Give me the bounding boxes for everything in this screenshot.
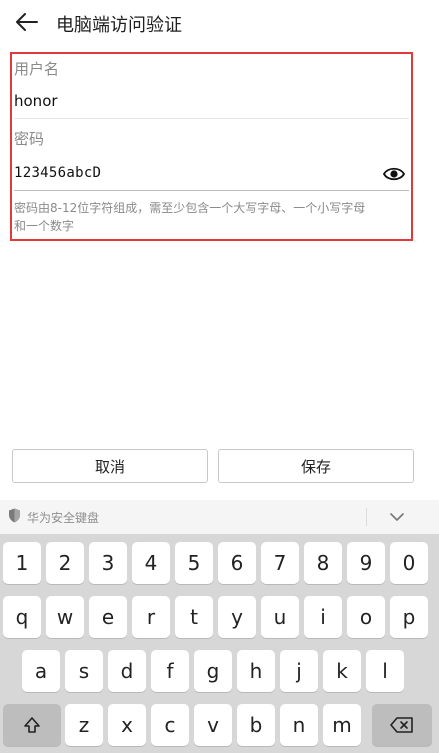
key-8[interactable]: 8	[304, 542, 342, 584]
key-w[interactable]: w	[46, 596, 84, 638]
keyboard-toolbar: 华为安全键盘	[0, 500, 439, 534]
key-b[interactable]: b	[237, 704, 275, 746]
key-2[interactable]: 2	[46, 542, 84, 584]
key-9[interactable]: 9	[347, 542, 385, 584]
key-p[interactable]: p	[390, 596, 428, 638]
key-1[interactable]: 1	[3, 542, 41, 584]
shift-icon	[24, 717, 40, 733]
key-4[interactable]: 4	[132, 542, 170, 584]
keyboard: 1 2 3 4 5 6 7 8 9 0 q w e r t y u i o p …	[0, 534, 439, 753]
collapse-keyboard-button[interactable]	[387, 509, 407, 525]
key-z[interactable]: z	[65, 704, 103, 746]
username-divider	[14, 118, 409, 119]
key-v[interactable]: v	[194, 704, 232, 746]
key-i[interactable]: i	[304, 596, 342, 638]
eye-icon[interactable]	[383, 166, 405, 182]
key-a[interactable]: a	[22, 650, 60, 692]
key-c[interactable]: c	[151, 704, 189, 746]
password-hint-line-2: 和一个数字	[14, 219, 75, 233]
cancel-button[interactable]: 取消	[12, 449, 208, 483]
key-7[interactable]: 7	[261, 542, 299, 584]
key-d[interactable]: d	[108, 650, 146, 692]
key-j[interactable]: j	[280, 650, 318, 692]
key-r[interactable]: r	[132, 596, 170, 638]
back-button[interactable]	[12, 8, 42, 36]
key-o[interactable]: o	[347, 596, 385, 638]
password-divider	[14, 190, 409, 191]
key-m[interactable]: m	[323, 704, 361, 746]
key-x[interactable]: x	[108, 704, 146, 746]
key-3[interactable]: 3	[89, 542, 127, 584]
shield-icon	[8, 508, 21, 526]
key-n[interactable]: n	[280, 704, 318, 746]
key-y[interactable]: y	[218, 596, 256, 638]
key-t[interactable]: t	[175, 596, 213, 638]
key-5[interactable]: 5	[175, 542, 213, 584]
credentials-form: 用户名 honor 密码 123456abcD 密码由8-12位字符组成，需至少…	[10, 52, 413, 241]
key-f[interactable]: f	[151, 650, 189, 692]
key-6[interactable]: 6	[218, 542, 256, 584]
key-g[interactable]: g	[194, 650, 232, 692]
chevron-down-icon	[390, 513, 404, 521]
key-s[interactable]: s	[65, 650, 103, 692]
page-title: 电脑端访问验证	[56, 15, 182, 36]
back-arrow-icon	[16, 13, 38, 31]
save-button[interactable]: 保存	[218, 449, 414, 483]
backspace-key[interactable]	[372, 704, 432, 746]
password-input[interactable]: 123456abcD	[14, 165, 101, 181]
backspace-icon	[390, 717, 413, 733]
keyboard-brand-label: 华为安全键盘	[27, 510, 100, 525]
key-e[interactable]: e	[89, 596, 127, 638]
shift-key[interactable]	[3, 704, 61, 746]
keyboard-brand: 华为安全键盘	[8, 508, 99, 526]
key-u[interactable]: u	[261, 596, 299, 638]
key-k[interactable]: k	[323, 650, 361, 692]
keyboard-toolbar-divider	[366, 508, 367, 526]
key-q[interactable]: q	[3, 596, 41, 638]
username-input[interactable]: honor	[14, 92, 58, 110]
password-label: 密码	[14, 130, 45, 148]
key-h[interactable]: h	[237, 650, 275, 692]
password-hint-line-1: 密码由8-12位字符组成，需至少包含一个大写字母、一个小写字母	[14, 201, 366, 215]
username-label: 用户名	[14, 60, 60, 78]
key-0[interactable]: 0	[390, 542, 428, 584]
password-hint: 密码由8-12位字符组成，需至少包含一个大写字母、一个小写字母 和一个数字	[14, 199, 412, 235]
key-l[interactable]: l	[366, 650, 404, 692]
top-bar: 电脑端访问验证	[0, 0, 439, 46]
